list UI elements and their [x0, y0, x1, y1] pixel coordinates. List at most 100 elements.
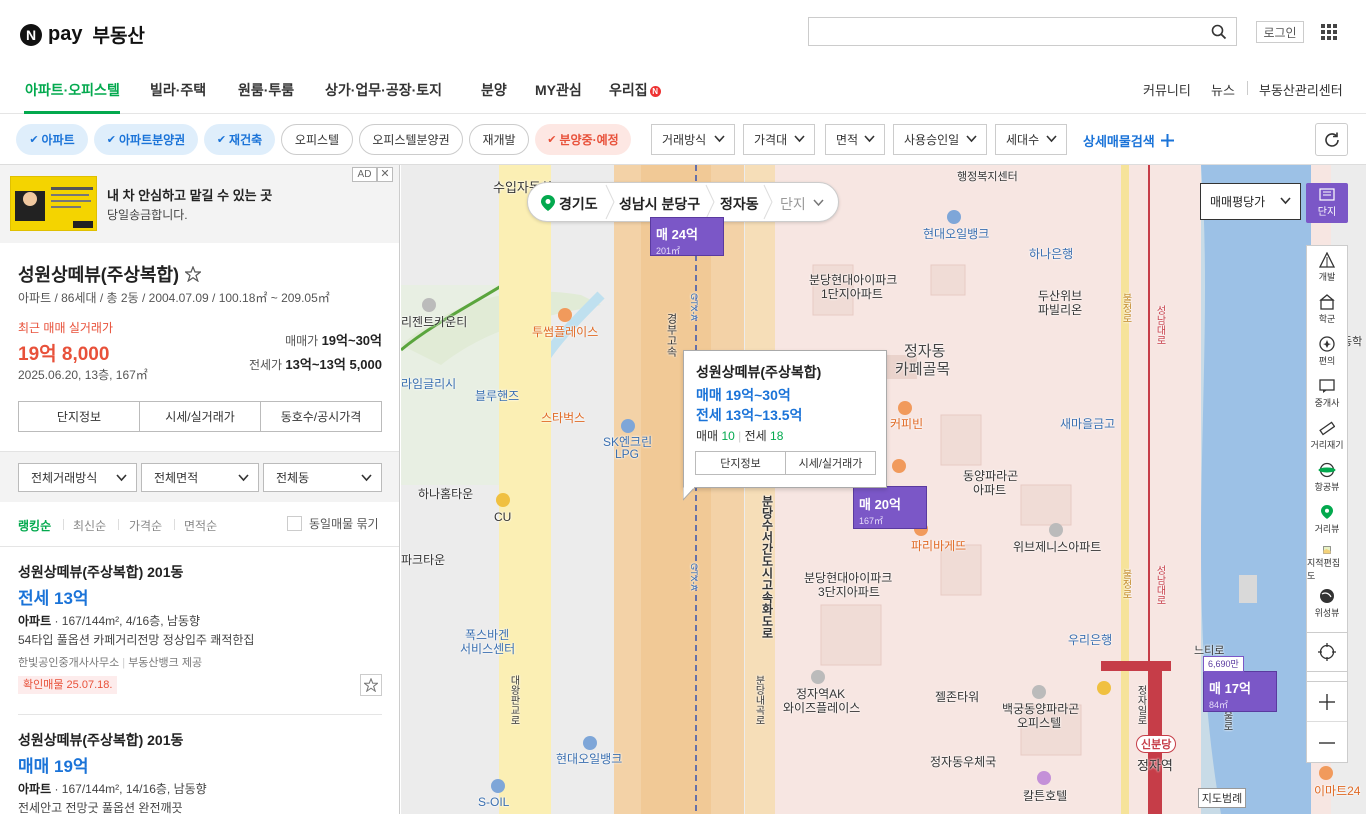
- chip-apartment-presale-right[interactable]: ✔ 아파트분양권: [94, 124, 198, 155]
- tab-market-price[interactable]: 시세/실거래가: [140, 402, 261, 431]
- listing-item[interactable]: 성원상떼뷰(주상복합) 201동 매매 19억 아파트 · 167/144m²,…: [0, 730, 399, 814]
- tool-convenience[interactable]: 편의: [1307, 330, 1347, 372]
- ad-close-button[interactable]: ✕: [377, 167, 393, 182]
- chevron-down-icon: [361, 474, 372, 482]
- nav-commercial-land[interactable]: 상가·업무·공장·토지: [325, 80, 442, 100]
- breadcrumb-separator-icon: [605, 184, 615, 220]
- marker-area: 84㎡: [1209, 700, 1229, 710]
- chip-officetel[interactable]: 오피스텔: [281, 124, 353, 155]
- dropdown-approval-date[interactable]: 사용승인일: [893, 124, 987, 155]
- tool-label: 거리뷰: [1314, 524, 1340, 534]
- map-legend-button[interactable]: 지도범례: [1198, 788, 1246, 808]
- my-location-button[interactable]: [1306, 632, 1348, 672]
- sort-latest[interactable]: 최신순: [73, 517, 106, 534]
- chevron-down-icon[interactable]: [813, 199, 824, 207]
- nav-community[interactable]: 커뮤니티: [1143, 80, 1191, 99]
- dropdown-household-count[interactable]: 세대수: [995, 124, 1067, 155]
- zoom-out-button[interactable]: [1307, 723, 1347, 763]
- sort-ranking[interactable]: 랭킹순: [18, 517, 51, 534]
- breadcrumb-dong[interactable]: 정자동: [720, 194, 759, 214]
- tool-satellite-view[interactable]: 위성뷰: [1307, 582, 1347, 624]
- dropdown-trade-type[interactable]: 거래방식: [651, 124, 735, 155]
- nav-agent-center[interactable]: 부동산관리센터: [1259, 80, 1343, 99]
- road-label: 성남대로: [1154, 305, 1165, 345]
- tab-unit-public-price[interactable]: 동호수/공시가격: [261, 402, 381, 431]
- marker-unit-price: 6,690만: [1203, 656, 1244, 672]
- chip-officetel-presale-right[interactable]: 오피스텔분양권: [359, 124, 463, 155]
- map-label: 커피빈: [890, 417, 924, 431]
- dropdown-label: 거래방식: [662, 133, 707, 147]
- sort-area[interactable]: 면적순: [184, 517, 217, 534]
- nav-apartment-officetel[interactable]: 아파트·오피스텔: [25, 80, 120, 100]
- map-area[interactable]: 수입자동차 행정복지센터 현대오일뱅크 하나은행 분당현대아이파크 1단지아파트…: [401, 165, 1366, 814]
- nav-news[interactable]: 뉴스: [1211, 80, 1235, 99]
- dropdown-all-buildings[interactable]: 전체동: [263, 463, 382, 492]
- popup-jeonse-range: 전세 13억~13.5억: [696, 407, 803, 423]
- chip-reconstruction[interactable]: ✔ 재건축: [204, 124, 275, 155]
- listing-favorite-button[interactable]: [360, 674, 382, 696]
- recent-trade-label: 최근 매매 실거래가: [18, 321, 113, 335]
- dropdown-all-trade-types[interactable]: 전체거래방식: [18, 463, 137, 492]
- dropdown-area[interactable]: 면적: [825, 124, 885, 155]
- tool-school-district[interactable]: 학군: [1307, 288, 1347, 330]
- listing-description: 전세안고 전망굿 풀옵션 완전깨끗: [18, 801, 183, 814]
- tool-measure-distance[interactable]: 거리재기: [1307, 414, 1347, 456]
- breadcrumb-complex[interactable]: 단지: [780, 194, 806, 214]
- nav-my-home[interactable]: 우리집 N: [609, 80, 661, 100]
- sort-price[interactable]: 가격순: [129, 517, 162, 534]
- tool-label: 항공뷰: [1314, 482, 1340, 492]
- map-poi-icon: [898, 401, 912, 415]
- price-marker[interactable]: 매 24억 201㎡: [650, 217, 724, 256]
- tool-aerial-view[interactable]: 항공뷰: [1307, 456, 1347, 498]
- chip-apartment[interactable]: ✔ 아파트: [16, 124, 88, 155]
- map-poi-icon: [1319, 766, 1333, 780]
- plus-icon: [1319, 693, 1335, 710]
- check-icon: ✔: [216, 134, 227, 146]
- tool-cadastral-map[interactable]: 지적편집도: [1307, 540, 1347, 582]
- tool-development[interactable]: 개발: [1307, 246, 1347, 288]
- ad-banner[interactable]: 내 차 안심하고 맡길 수 있는 곳 당일송금합니다. AD ✕: [0, 165, 399, 243]
- tool-agents[interactable]: 중개사: [1307, 372, 1347, 414]
- price-marker[interactable]: 6,690만 매 17억 84㎡: [1203, 656, 1277, 712]
- zoom-in-button[interactable]: [1307, 682, 1347, 722]
- search-input[interactable]: [809, 18, 1204, 45]
- complex-name: 성원상떼뷰(주상복합): [18, 265, 180, 285]
- nav-presale[interactable]: 분양: [481, 80, 507, 100]
- jeonse-price-value: 13억~13억 5,000: [285, 357, 382, 372]
- map-label: S-OIL: [478, 795, 510, 809]
- popup-market-price-button[interactable]: 시세/실거래가: [786, 452, 875, 474]
- refresh-button[interactable]: [1315, 123, 1348, 156]
- tab-complex-info[interactable]: 단지정보: [19, 402, 140, 431]
- complex-toggle-label: 단지: [1317, 207, 1337, 218]
- popup-complex-info-button[interactable]: 단지정보: [696, 452, 786, 474]
- complex-toggle-button[interactable]: 단지: [1306, 183, 1348, 223]
- listing-item[interactable]: 성원상떼뷰(주상복합) 201동 전세 13억 아파트 · 167/144m²,…: [0, 562, 399, 702]
- sale-price-value: 19억~30억: [321, 333, 382, 348]
- dropdown-price[interactable]: 가격대: [743, 124, 815, 155]
- complex-title: 성원상떼뷰(주상복합): [18, 261, 202, 287]
- nav-oneroom-tworoom[interactable]: 원룸·투룸: [238, 80, 294, 100]
- chip-label: 아파트: [41, 133, 75, 147]
- tool-street-view[interactable]: 거리뷰: [1307, 498, 1347, 540]
- nav-villa-house[interactable]: 빌라·주택: [150, 80, 206, 100]
- breadcrumb-province[interactable]: 경기도: [559, 194, 598, 214]
- nav-my-interest[interactable]: MY관심: [535, 80, 582, 100]
- price-marker[interactable]: 매 20억 167㎡: [853, 486, 927, 529]
- breadcrumb-city[interactable]: 성남시 분당구: [619, 194, 700, 214]
- price-per-pyeong-select[interactable]: 매매평당가: [1200, 183, 1301, 220]
- apps-grid-icon[interactable]: [1321, 24, 1337, 45]
- map-poi-icon: [1097, 681, 1111, 695]
- complex-info: 아파트 / 86세대 / 총 2동 / 2004.07.09 / 100.18㎡…: [18, 291, 330, 305]
- dropdown-all-areas[interactable]: 전체면적: [141, 463, 259, 492]
- advanced-search-button[interactable]: 상세매물검색: [1083, 131, 1174, 150]
- complex-map-popup[interactable]: 성원상떼뷰(주상복합) 매매 19억~30억 전세 13억~13.5억 매매 1…: [683, 350, 887, 488]
- chip-presale-upcoming[interactable]: ✔ 분양중·예정: [535, 124, 631, 155]
- favorite-star-icon[interactable]: [185, 266, 202, 282]
- naver-pay-real-estate-logo[interactable]: N pay 부동산: [20, 21, 145, 48]
- map-label: 1단지아파트: [821, 287, 883, 301]
- chip-redevelopment[interactable]: 재개발: [469, 124, 529, 155]
- login-button[interactable]: 로그인: [1256, 21, 1304, 43]
- group-same-listing-checkbox[interactable]: 동일매물 묶기: [287, 515, 379, 532]
- search-icon[interactable]: [1211, 24, 1227, 45]
- chevron-down-icon: [1046, 135, 1057, 143]
